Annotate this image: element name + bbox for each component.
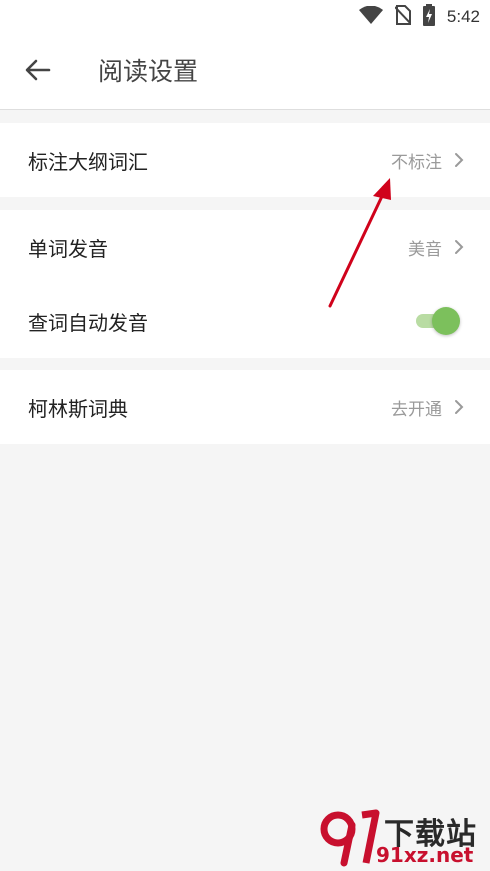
setting-value: 去开通 — [391, 399, 442, 420]
setting-value: 美音 — [408, 239, 442, 260]
status-bar: 5:42 — [0, 0, 490, 34]
toggle-thumb — [432, 307, 460, 335]
setting-outline-vocab[interactable]: 标注大纲词汇 不标注 — [0, 123, 490, 197]
arrow-left-icon — [25, 59, 51, 85]
page-title: 阅读设置 — [98, 57, 199, 86]
setting-value-area: 去开通 — [391, 370, 466, 444]
setting-label: 单词发音 — [28, 236, 108, 261]
chevron-right-icon — [454, 398, 466, 416]
auto-pronounce-toggle[interactable] — [414, 307, 460, 335]
setting-auto-pronounce: 查词自动发音 — [0, 284, 490, 358]
settings-group-outline: 标注大纲词汇 不标注 — [0, 123, 490, 197]
setting-label: 柯林斯词典 — [28, 396, 128, 421]
settings-group-dictionary: 柯林斯词典 去开通 — [0, 370, 490, 444]
status-icons: 5:42 — [358, 4, 480, 30]
setting-label: 标注大纲词汇 — [28, 149, 148, 174]
setting-label: 查词自动发音 — [28, 310, 148, 335]
chevron-right-icon — [454, 151, 466, 169]
setting-value: 不标注 — [391, 152, 442, 173]
battery-charging-icon — [422, 4, 435, 30]
setting-collins-dictionary[interactable]: 柯林斯词典 去开通 — [0, 370, 490, 444]
chevron-right-icon — [454, 238, 466, 256]
app-bar: 阅读设置 — [0, 34, 490, 110]
settings-group-pronunciation: 单词发音 美音 查词自动发音 — [0, 210, 490, 358]
setting-value-area: 不标注 — [391, 123, 466, 197]
setting-value-area: 美音 — [408, 210, 466, 284]
watermark: 下载站 91xz.net — [318, 809, 486, 867]
no-sim-icon — [394, 5, 412, 29]
back-button[interactable] — [18, 54, 58, 90]
watermark-url: 91xz.net — [376, 843, 474, 867]
status-time: 5:42 — [446, 7, 480, 26]
setting-word-pronunciation[interactable]: 单词发音 美音 — [0, 210, 490, 284]
wifi-icon — [358, 5, 383, 28]
